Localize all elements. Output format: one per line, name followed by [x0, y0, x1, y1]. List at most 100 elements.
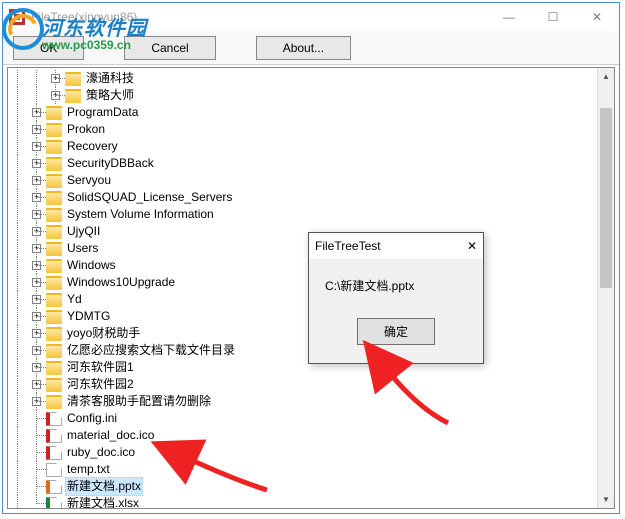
close-button[interactable]: ✕ — [575, 3, 619, 31]
tree-item[interactable]: + SecurityDBBack — [8, 155, 614, 172]
expand-toggle[interactable]: + — [32, 363, 41, 372]
file-icon — [46, 480, 62, 494]
tree-item-label: ProgramData — [65, 104, 140, 121]
expand-toggle[interactable]: + — [32, 244, 41, 253]
folder-icon — [46, 378, 62, 392]
expand-toggle[interactable]: + — [32, 176, 41, 185]
expand-toggle[interactable]: + — [32, 125, 41, 134]
folder-icon — [46, 191, 62, 205]
tree-item-label: Servyou — [65, 172, 113, 189]
tree-item-label: SecurityDBBack — [65, 155, 156, 172]
file-icon — [46, 497, 62, 510]
tree-item-label: Windows — [65, 257, 118, 274]
tree-item[interactable]: + 清茶客服助手配置请勿删除 — [8, 393, 614, 410]
maximize-button[interactable]: ☐ — [531, 3, 575, 31]
tree-item-label: UjyQII — [65, 223, 102, 240]
tree-item-label: temp.txt — [65, 461, 112, 478]
scroll-down-button[interactable]: ▼ — [598, 491, 614, 508]
tree-item[interactable]: + ProgramData — [8, 104, 614, 121]
folder-icon — [46, 174, 62, 188]
folder-icon — [46, 310, 62, 324]
message-dialog: FileTreeTest ✕ C:\新建文档.pptx 确定 — [308, 232, 484, 364]
tree-item[interactable]: + 河东软件园2 — [8, 376, 614, 393]
dialog-ok-button[interactable]: 确定 — [357, 318, 435, 345]
tree-item-label: 河东软件园1 — [65, 359, 136, 376]
ok-button[interactable]: OK — [13, 36, 84, 60]
titlebar[interactable]: FileTree(xingyun86) — ☐ ✕ — [3, 3, 619, 31]
expand-toggle[interactable]: + — [32, 210, 41, 219]
expand-toggle[interactable]: + — [32, 159, 41, 168]
folder-icon — [65, 89, 81, 103]
expand-toggle[interactable]: + — [32, 278, 41, 287]
cancel-button[interactable]: Cancel — [124, 36, 215, 60]
dialog-titlebar[interactable]: FileTreeTest ✕ — [309, 233, 483, 259]
tree-item-label: 濠通科技 — [84, 70, 136, 87]
tree-item[interactable]: + Servyou — [8, 172, 614, 189]
tree-item-label: 清茶客服助手配置请勿删除 — [65, 393, 213, 410]
tree-item[interactable]: temp.txt — [8, 461, 614, 478]
tree-item-label: ruby_doc.ico — [65, 444, 137, 461]
expand-toggle[interactable]: + — [32, 312, 41, 321]
tree-item[interactable]: 新建文档.xlsx — [8, 495, 614, 509]
minimize-button[interactable]: — — [487, 3, 531, 31]
file-icon — [46, 429, 62, 443]
tree-item[interactable]: + 策略大师 — [8, 87, 614, 104]
tree-item[interactable]: ruby_doc.ico — [8, 444, 614, 461]
folder-icon — [46, 395, 62, 409]
tree-item[interactable]: +Recovery — [8, 138, 614, 155]
tree-item-label: System Volume Information — [65, 206, 216, 223]
folder-icon — [46, 225, 62, 239]
file-icon — [46, 463, 62, 477]
scrollbar-vertical[interactable]: ▲ ▼ — [597, 68, 614, 508]
tree-item-label: Prokon — [65, 121, 107, 138]
tree-item[interactable]: + Prokon — [8, 121, 614, 138]
tree-item[interactable]: + 濠通科技 — [8, 70, 614, 87]
tree-item-label: 亿愿必应搜索文档下载文件目录 — [65, 342, 237, 359]
dialog-close-button[interactable]: ✕ — [453, 239, 477, 253]
expand-toggle[interactable]: + — [51, 74, 60, 83]
tree-item-label: Windows10Upgrade — [65, 274, 177, 291]
folder-icon — [46, 140, 62, 154]
folder-icon — [46, 344, 62, 358]
folder-icon — [46, 123, 62, 137]
tree-item-label: 河东软件园2 — [65, 376, 136, 393]
expand-toggle[interactable]: + — [32, 227, 41, 236]
folder-icon — [65, 72, 81, 86]
tree-item[interactable]: +SolidSQUAD_License_Servers — [8, 189, 614, 206]
expand-toggle[interactable]: + — [32, 193, 41, 202]
tree-item[interactable]: 新建文档.pptx — [8, 478, 614, 495]
tree-item-label: 新建文档.pptx — [65, 477, 143, 496]
about-button[interactable]: About... — [256, 36, 351, 60]
file-icon — [46, 412, 62, 426]
tree-item-label: 策略大师 — [84, 87, 136, 104]
toolbar: OK Cancel About... — [3, 31, 619, 65]
tree-item[interactable]: Config.ini — [8, 410, 614, 427]
tree-item[interactable]: material_doc.ico — [8, 427, 614, 444]
folder-icon — [46, 208, 62, 222]
folder-icon — [46, 106, 62, 120]
folder-icon — [46, 361, 62, 375]
tree-item-label: Users — [65, 240, 100, 257]
expand-toggle[interactable]: + — [32, 346, 41, 355]
file-icon — [46, 446, 62, 460]
expand-toggle[interactable]: + — [32, 295, 41, 304]
expand-toggle[interactable]: + — [32, 142, 41, 151]
expand-toggle[interactable]: + — [51, 91, 60, 100]
app-icon — [9, 9, 25, 25]
folder-icon — [46, 157, 62, 171]
expand-toggle[interactable]: + — [32, 397, 41, 406]
expand-toggle[interactable]: + — [32, 380, 41, 389]
tree-item-label: material_doc.ico — [65, 427, 156, 444]
scroll-up-button[interactable]: ▲ — [598, 68, 614, 85]
expand-toggle[interactable]: + — [32, 329, 41, 338]
window-title: FileTree(xingyun86) — [31, 10, 487, 24]
folder-icon — [46, 293, 62, 307]
scroll-thumb[interactable] — [600, 108, 612, 288]
folder-icon — [46, 242, 62, 256]
expand-toggle[interactable]: + — [32, 108, 41, 117]
expand-toggle[interactable]: + — [32, 261, 41, 270]
tree-item-label: YDMTG — [65, 308, 112, 325]
tree-item-label: Config.ini — [65, 410, 119, 427]
tree-item-label: Yd — [65, 291, 84, 308]
tree-item[interactable]: + System Volume Information — [8, 206, 614, 223]
